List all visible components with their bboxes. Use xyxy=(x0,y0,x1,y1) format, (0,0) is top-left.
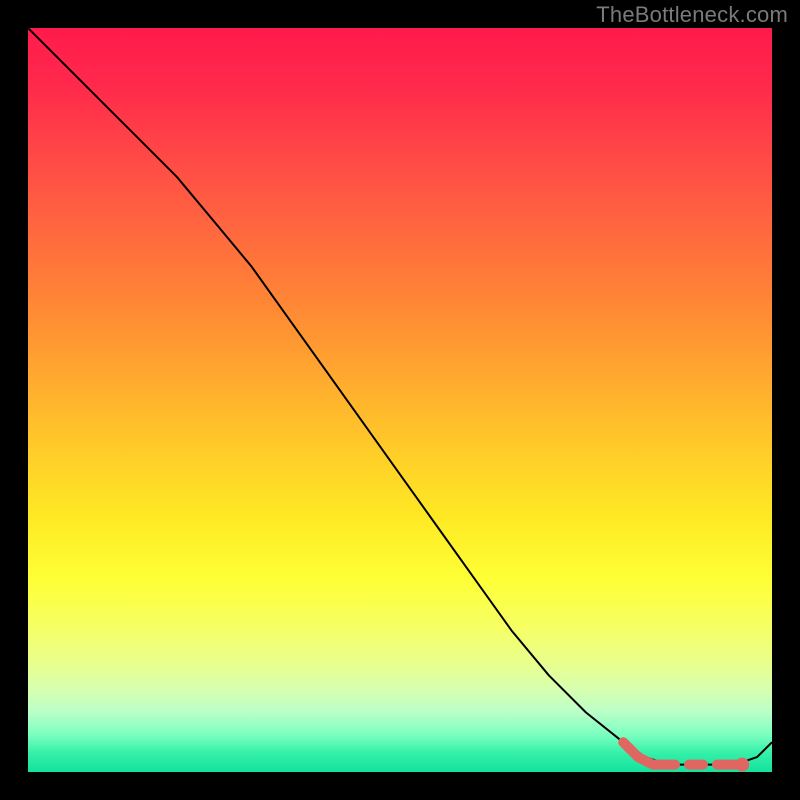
optimal-range-hook xyxy=(623,742,653,764)
chart-stage: TheBottleneck.com xyxy=(0,0,800,800)
chart-overlay xyxy=(28,28,772,772)
watermark-text: TheBottleneck.com xyxy=(596,2,788,28)
bottleneck-curve xyxy=(28,28,772,765)
plot-area xyxy=(28,28,772,772)
optimal-range-end-dot xyxy=(735,758,749,772)
